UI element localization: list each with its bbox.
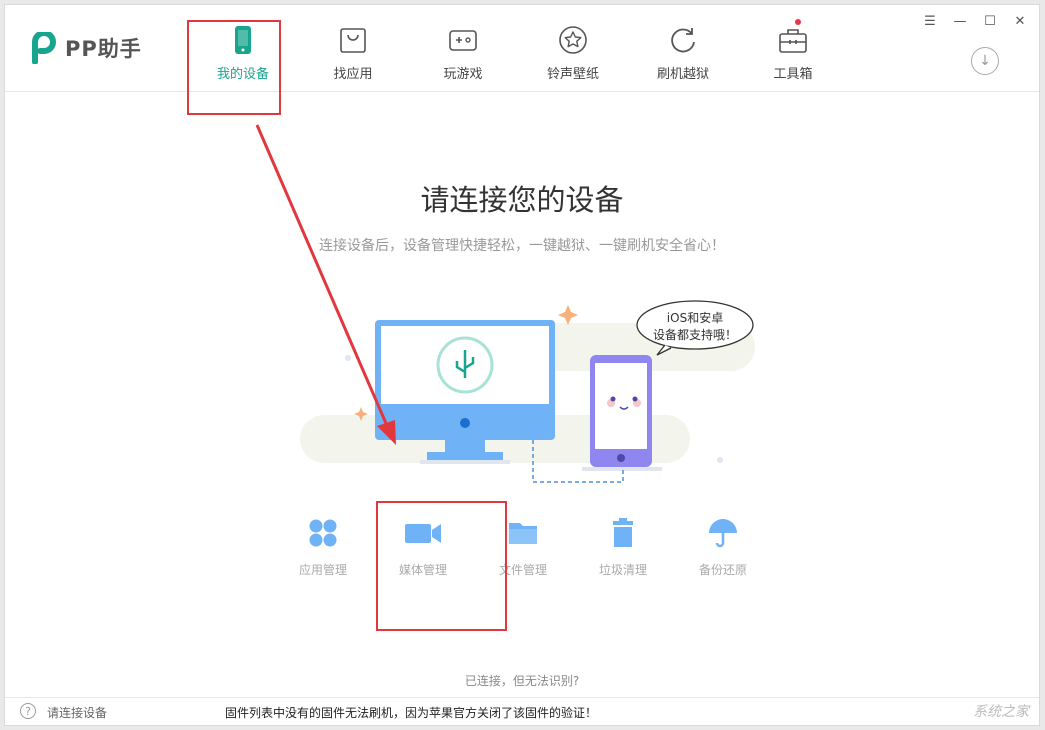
- tool-label: 垃圾清理: [598, 563, 647, 577]
- highlight-box-my-device: [187, 20, 281, 115]
- tool-junk-cleanup[interactable]: 垃圾清理: [583, 517, 663, 578]
- device-status: 请连接设备: [47, 706, 108, 720]
- top-bar: PP助手 我的设备 找应用 玩游戏 铃声壁纸 刷机越狱 工具箱 ☰ — ☐ ✕ …: [5, 5, 1039, 92]
- window-controls: ☰ — ☐ ✕: [921, 13, 1029, 29]
- connect-illustration: iOS和安卓 设备都支持哦！: [300, 300, 755, 483]
- app-window: PP助手 我的设备 找应用 玩游戏 铃声壁纸 刷机越狱 工具箱 ☰ — ☐ ✕ …: [4, 4, 1040, 726]
- nav-label: 铃声壁纸: [546, 67, 599, 82]
- app-logo: PP助手: [31, 32, 142, 64]
- refresh-icon: [671, 28, 695, 53]
- app-name: PP助手: [65, 37, 142, 61]
- download-icon[interactable]: ↓: [971, 47, 999, 75]
- watermark: 系统之家: [973, 704, 1029, 720]
- pp-logo-icon: [32, 32, 56, 64]
- status-message: 固件列表中没有的固件无法刷机，因为苹果官方关闭了该固件的验证！: [225, 706, 598, 720]
- tool-backup-restore[interactable]: 备份还原: [683, 517, 763, 578]
- nav-games[interactable]: 玩游戏: [408, 5, 518, 92]
- apps-grid-icon: [309, 519, 337, 547]
- nav-label: 找应用: [333, 67, 373, 82]
- nav-label: 工具箱: [773, 67, 813, 82]
- nav-flash-jailbreak[interactable]: 刷机越狱: [628, 5, 738, 92]
- main-nav: 我的设备 找应用 玩游戏 铃声壁纸 刷机越狱 工具箱: [188, 5, 848, 92]
- folder-icon: [509, 523, 537, 544]
- nav-ringtones[interactable]: 铃声壁纸: [518, 5, 628, 92]
- menu-icon[interactable]: ☰: [921, 13, 939, 29]
- tool-label: 应用管理: [298, 563, 347, 577]
- shopping-bag-icon: [340, 28, 366, 53]
- close-icon[interactable]: ✕: [1011, 13, 1029, 29]
- status-bar: ? 请连接设备 固件列表中没有的固件无法刷机，因为苹果官方关闭了该固件的验证！ …: [5, 697, 1039, 725]
- page-subtitle: 连接设备后，设备管理快捷轻松，一键越狱、一键刷机安全省心！: [319, 238, 725, 254]
- tool-app-management[interactable]: 应用管理: [283, 517, 363, 578]
- nav-find-apps[interactable]: 找应用: [298, 5, 408, 92]
- minimize-icon[interactable]: —: [951, 13, 969, 29]
- maximize-icon[interactable]: ☐: [981, 13, 999, 29]
- page-title: 请连接您的设备: [420, 183, 624, 217]
- notification-dot: [795, 19, 801, 25]
- tool-label: 备份还原: [698, 563, 747, 577]
- connected-unrecognized-link[interactable]: 已连接，但无法识别?: [5, 672, 1039, 689]
- nav-label: 玩游戏: [443, 67, 483, 82]
- highlight-box-media: [376, 501, 507, 631]
- star-icon: [559, 26, 587, 54]
- bubble-text-line1: iOS和安卓: [667, 310, 723, 325]
- help-icon[interactable]: ?: [20, 703, 36, 719]
- nav-toolbox[interactable]: 工具箱: [738, 5, 848, 92]
- gamepad-icon: [449, 30, 477, 51]
- nav-label: 刷机越狱: [656, 67, 709, 82]
- toolbox-icon: [779, 29, 807, 53]
- trash-icon: [613, 518, 633, 547]
- bubble-text-line2: 设备都支持哦！: [653, 327, 737, 342]
- umbrella-icon: [709, 519, 737, 548]
